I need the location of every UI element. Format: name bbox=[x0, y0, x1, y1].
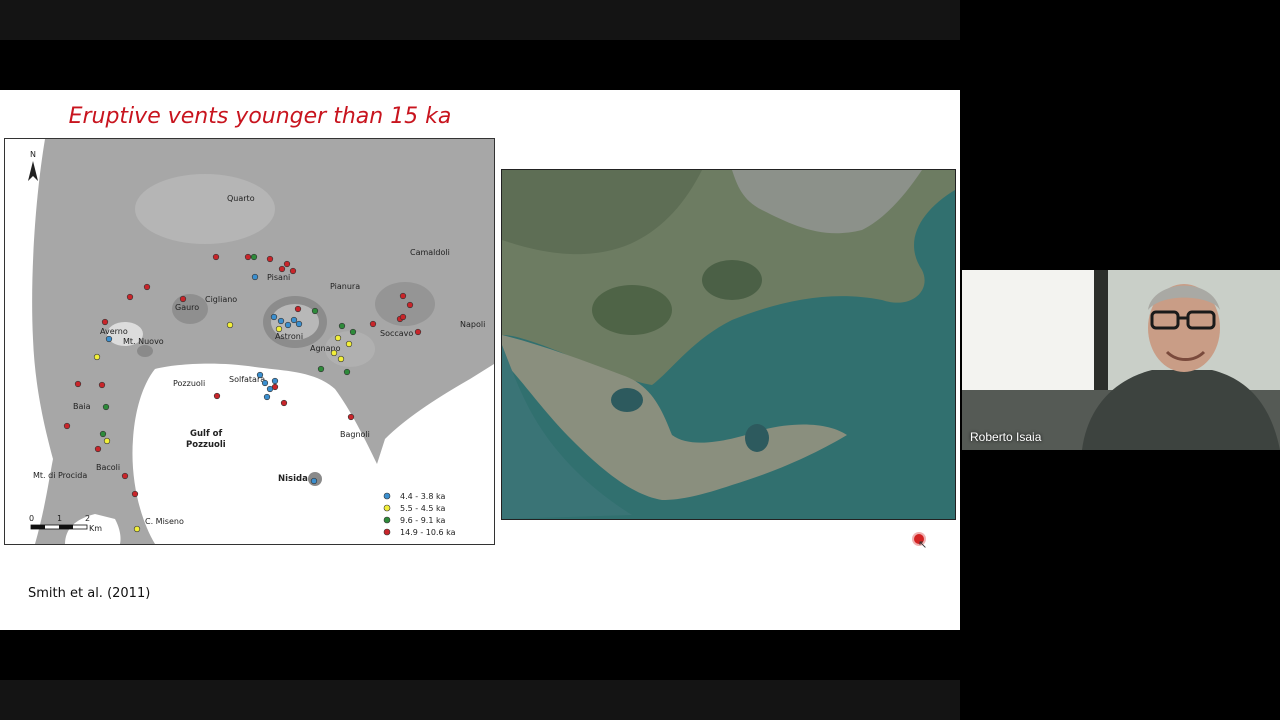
label-napoli: Napoli bbox=[460, 320, 485, 329]
label-bacoli: Bacoli bbox=[96, 463, 120, 472]
label-pisani: Pisani bbox=[267, 273, 290, 282]
legend-item-3: 9.6 - 9.1 ka bbox=[400, 516, 445, 525]
label-averno: Averno bbox=[100, 327, 128, 336]
label-baia: Baia bbox=[73, 402, 91, 411]
label-astroni: Astroni bbox=[275, 332, 303, 341]
svg-text:2: 2 bbox=[85, 514, 90, 523]
legend-item-4: 14.9 - 10.6 ka bbox=[400, 528, 456, 537]
presentation-slide: Eruptive vents younger than 15 ka N Quar… bbox=[0, 90, 960, 630]
svg-text:1: 1 bbox=[57, 514, 62, 523]
mouse-cursor-icon: ↖ bbox=[918, 539, 928, 551]
label-nisida: Nisida bbox=[278, 474, 308, 484]
svg-text:Km: Km bbox=[89, 524, 102, 533]
label-mt-di-procida: Mt. di Procida bbox=[33, 471, 87, 480]
participant-figure bbox=[1082, 284, 1280, 450]
slide-title: Eruptive vents younger than 15 ka bbox=[68, 104, 452, 129]
label-soccavo: Soccavo bbox=[380, 329, 413, 338]
label-cigliano: Cigliano bbox=[205, 295, 237, 304]
label-c-miseno: C. Miseno bbox=[145, 517, 184, 526]
participant-video-tile[interactable]: Roberto Isaia bbox=[962, 270, 1280, 450]
label-gulf-pozzuoli: Pozzuoli bbox=[186, 440, 226, 450]
label-quarto: Quarto bbox=[227, 194, 255, 203]
legend-item-2: 5.5 - 4.5 ka bbox=[400, 504, 445, 513]
label-pozzuoli-town: Pozzuoli bbox=[173, 379, 205, 388]
label-bagnoli: Bagnoli bbox=[340, 430, 370, 439]
label-camaldoli: Camaldoli bbox=[410, 248, 450, 257]
legend-item-1: 4.4 - 3.8 ka bbox=[400, 492, 445, 501]
label-mt-nuovo: Mt. Nuovo bbox=[123, 337, 164, 346]
satellite-image bbox=[501, 169, 956, 520]
bottom-letterbox bbox=[0, 680, 960, 720]
citation: Smith et al. (2011) bbox=[28, 586, 151, 601]
top-letterbox bbox=[0, 0, 960, 40]
vent-map: N Quarto Camaldoli Pianura Pisani Ciglia… bbox=[4, 138, 495, 545]
label-pianura: Pianura bbox=[330, 282, 360, 291]
north-label: N bbox=[30, 150, 36, 159]
label-gauro: Gauro bbox=[175, 303, 199, 312]
participant-name: Roberto Isaia bbox=[970, 430, 1042, 444]
label-gulf-of: Gulf of bbox=[190, 429, 222, 439]
svg-text:0: 0 bbox=[29, 514, 34, 523]
